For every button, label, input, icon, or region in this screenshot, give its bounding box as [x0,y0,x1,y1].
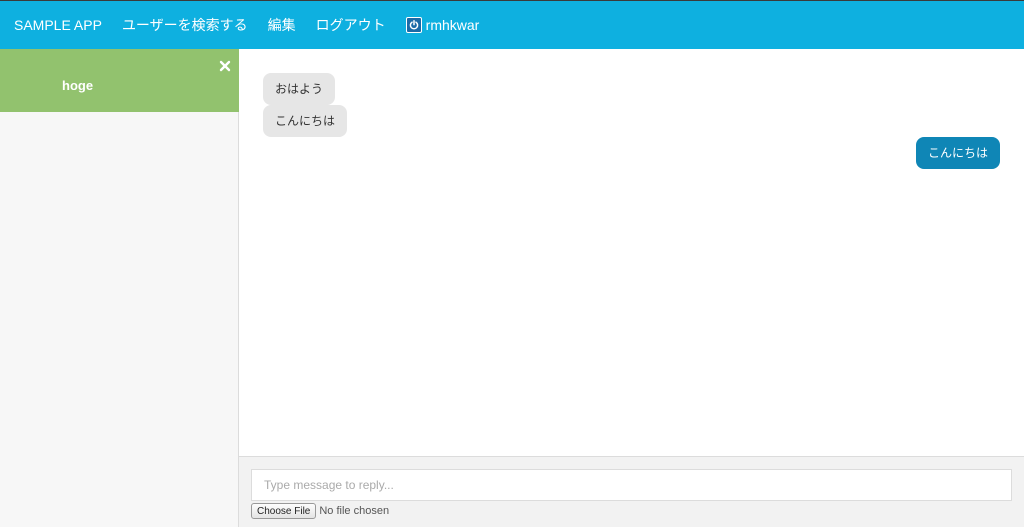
room-sidebar: hoge [0,49,254,527]
power-icon [405,17,422,33]
file-picker: Choose File No file chosen [251,503,389,519]
edit-link[interactable]: 編集 [268,15,296,35]
search-users-link[interactable]: ユーザーを検索する [122,15,248,35]
message-bubble-incoming: おはよう [263,73,336,105]
file-status: No file chosen [319,505,390,517]
active-room-highlight [0,49,254,112]
reply-input[interactable] [251,469,1012,501]
chat-messages: おはよう こんにちは こんにちは [239,49,1024,456]
brand-link[interactable]: SAMPLE APP [14,17,102,33]
navbar: SAMPLE APP ユーザーを検索する 編集 ログアウト rmhkwar [0,0,1024,49]
message-bubble-outgoing: こんにちは [915,137,1000,169]
close-icon[interactable] [219,60,231,72]
user-menu[interactable]: rmhkwar [405,17,480,33]
reply-area: Choose File No file chosen [239,456,1024,527]
username-label: rmhkwar [425,17,480,33]
room-item-hoge[interactable]: hoge [0,49,254,112]
choose-file-button[interactable]: Choose File [251,503,317,519]
room-name: hoge [62,78,94,93]
logout-link[interactable]: ログアウト [316,15,386,35]
message-bubble-incoming: こんにちは [263,105,348,137]
